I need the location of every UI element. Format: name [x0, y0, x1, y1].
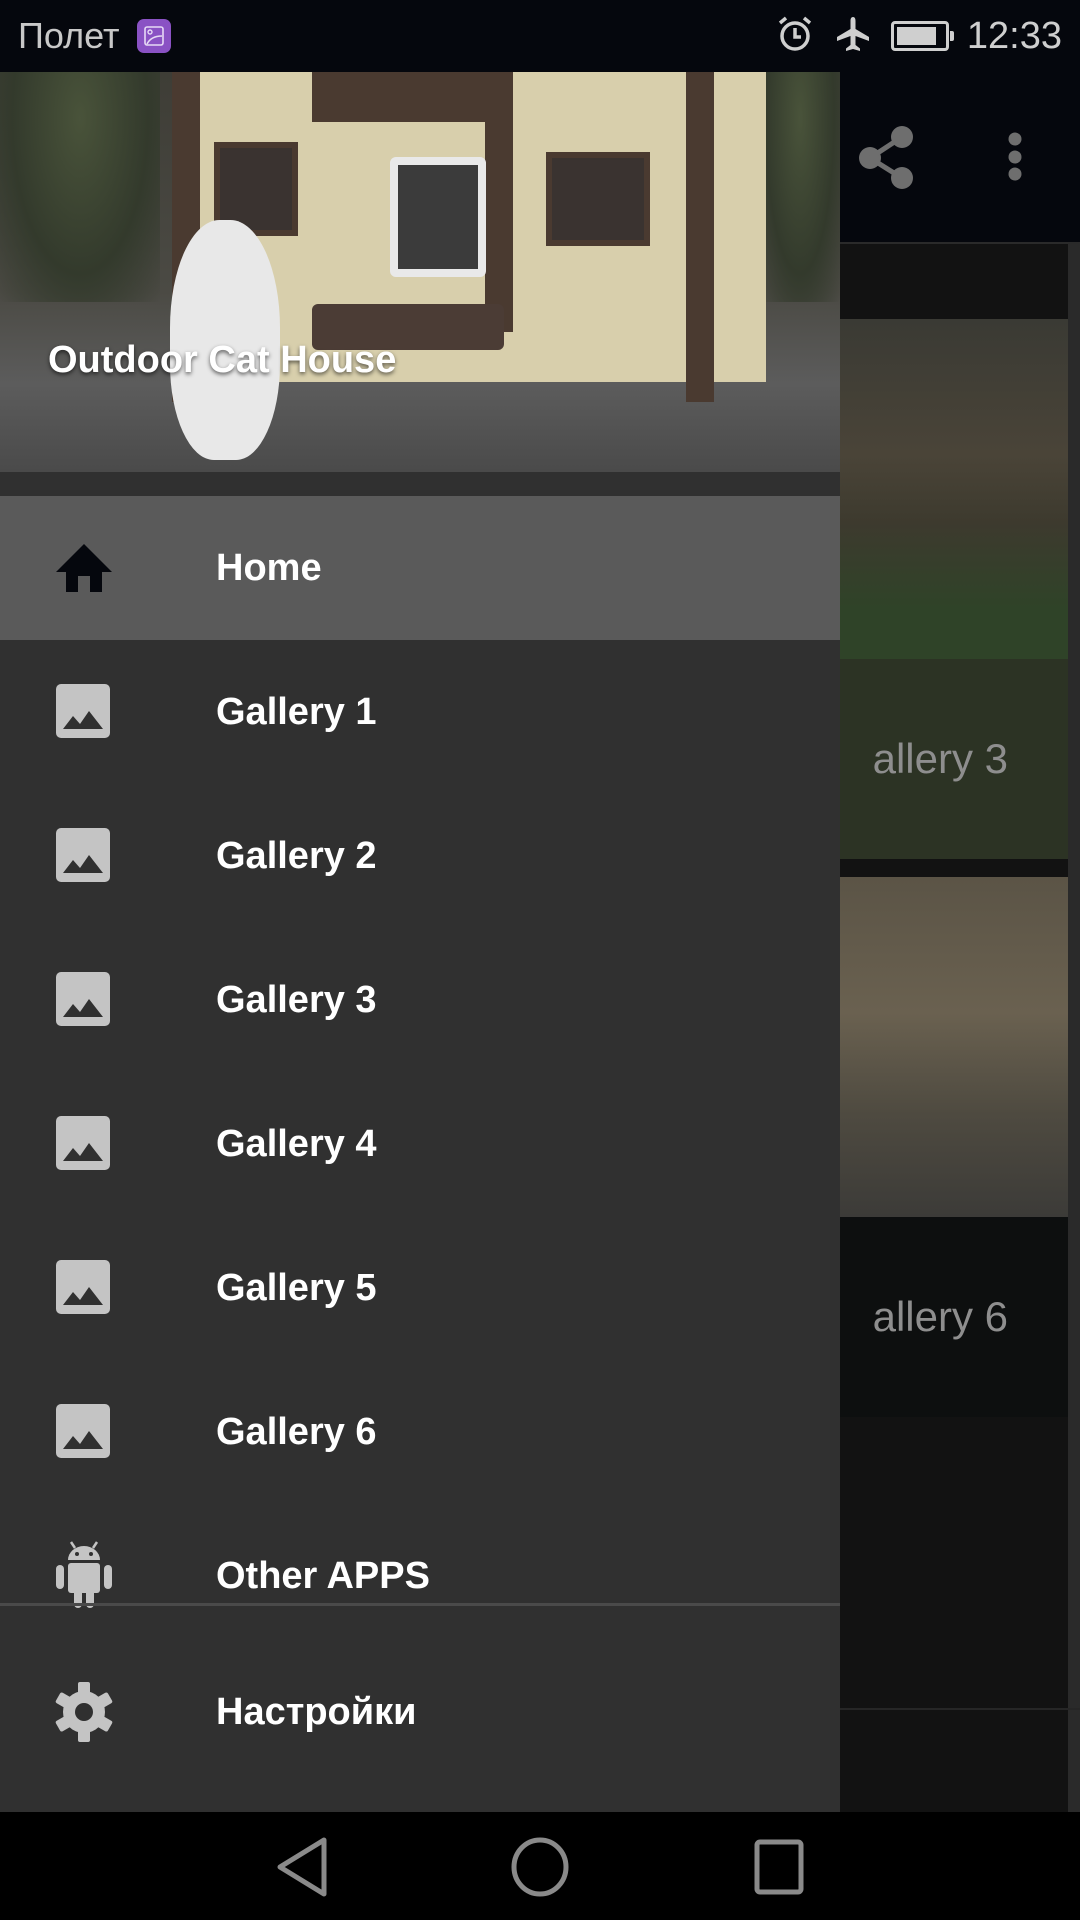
divider — [840, 1708, 1080, 1710]
gallery-app-icon — [137, 19, 172, 53]
home-button[interactable] — [505, 1832, 575, 1902]
drawer-item-gallery-2[interactable]: Gallery 2 — [0, 784, 840, 928]
clock: 12:33 — [966, 14, 1062, 57]
back-button[interactable] — [268, 1832, 338, 1902]
alarm-icon — [775, 14, 815, 59]
header-image-door — [390, 157, 486, 277]
header-image-roof — [312, 72, 512, 122]
image-icon — [52, 824, 116, 888]
card-label: allery 3 — [840, 659, 1068, 859]
status-bar: Полет 12:33 — [0, 0, 1080, 72]
drawer-item-home[interactable]: Home — [0, 496, 840, 640]
battery-icon — [890, 21, 954, 51]
drawer-item-other-apps[interactable]: Other APPS — [0, 1504, 840, 1648]
card-image — [840, 877, 1068, 1217]
image-icon — [52, 680, 116, 744]
header-image-post — [686, 72, 714, 402]
image-icon — [52, 1256, 116, 1320]
navigation-drawer: Outdoor Cat House Home Gallery 1 Gallery… — [0, 72, 840, 1812]
gallery-card[interactable]: allery 6 — [840, 877, 1068, 1417]
gallery-card-list: allery 3 allery 6 — [840, 244, 1068, 1812]
drawer-item-gallery-3[interactable]: Gallery 3 — [0, 928, 840, 1072]
image-icon — [52, 968, 116, 1032]
image-icon — [52, 1400, 116, 1464]
drawer-item-label: Gallery 5 — [216, 1266, 377, 1309]
drawer-header: Outdoor Cat House — [0, 72, 840, 472]
header-image-plant — [0, 72, 160, 302]
recents-button[interactable] — [745, 1832, 815, 1902]
header-image-window — [546, 152, 650, 246]
card-image — [840, 319, 1068, 659]
drawer-header-title: Outdoor Cat House — [48, 339, 397, 381]
home-icon — [52, 536, 116, 600]
system-navigation-bar — [0, 1812, 1080, 1920]
header-image-plant — [760, 72, 840, 302]
drawer-item-label: Other APPS — [216, 1554, 430, 1597]
airplane-mode-icon — [833, 14, 873, 59]
image-icon — [52, 1112, 116, 1176]
gallery-card[interactable]: allery 3 — [840, 319, 1068, 859]
card-label: allery 6 — [840, 1217, 1068, 1417]
android-icon — [52, 1541, 116, 1608]
battery-level-fill — [896, 27, 936, 45]
gear-icon — [52, 1680, 116, 1744]
drawer-item-label: Gallery 6 — [216, 1410, 377, 1453]
drawer-item-label: Gallery 3 — [216, 978, 377, 1021]
drawer-item-gallery-6[interactable]: Gallery 6 — [0, 1360, 840, 1504]
drawer-item-settings[interactable]: Настройки — [0, 1640, 840, 1784]
drawer-item-label: Gallery 2 — [216, 834, 377, 877]
carrier-text: Полет — [18, 15, 120, 56]
drawer-item-label: Home — [216, 546, 322, 589]
share-icon[interactable] — [852, 122, 922, 192]
drawer-divider — [0, 1603, 840, 1606]
drawer-item-gallery-5[interactable]: Gallery 5 — [0, 1216, 840, 1360]
drawer-item-gallery-4[interactable]: Gallery 4 — [0, 1072, 840, 1216]
drawer-menu: Home Gallery 1 Gallery 2 Gallery 3 Galle… — [0, 496, 840, 1648]
drawer-item-label: Gallery 4 — [216, 1122, 377, 1165]
drawer-item-gallery-1[interactable]: Gallery 1 — [0, 640, 840, 784]
more-vert-icon[interactable] — [980, 122, 1050, 192]
drawer-item-label: Настройки — [216, 1690, 417, 1733]
drawer-item-label: Gallery 1 — [216, 690, 377, 733]
